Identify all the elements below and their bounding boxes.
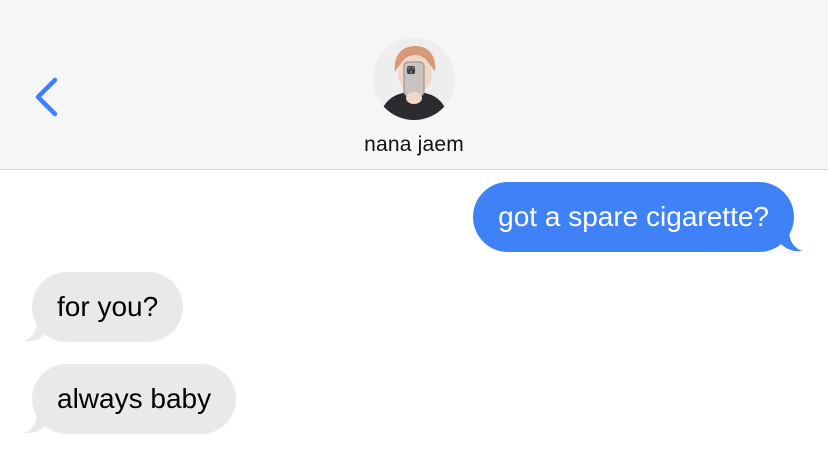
bubble-tail (23, 412, 45, 434)
conversation-header: nana jaem (0, 0, 828, 170)
message-bubble-incoming[interactable]: always baby (23, 364, 237, 434)
message-bubble-outgoing[interactable]: got a spare cigarette? (473, 182, 803, 252)
message-bubble-incoming[interactable]: for you? (23, 272, 184, 342)
message-text: always baby (57, 383, 212, 414)
bubble-tail (781, 230, 803, 252)
message-text: got a spare cigarette? (498, 201, 769, 232)
avatar-photo (373, 38, 455, 120)
bubble-tail (23, 320, 45, 342)
chevron-left-icon (35, 77, 58, 117)
contact-avatar[interactable] (373, 38, 455, 120)
message-text: for you? (57, 291, 159, 322)
back-button[interactable] (28, 74, 68, 120)
contact-name[interactable]: nana jaem (0, 133, 828, 157)
